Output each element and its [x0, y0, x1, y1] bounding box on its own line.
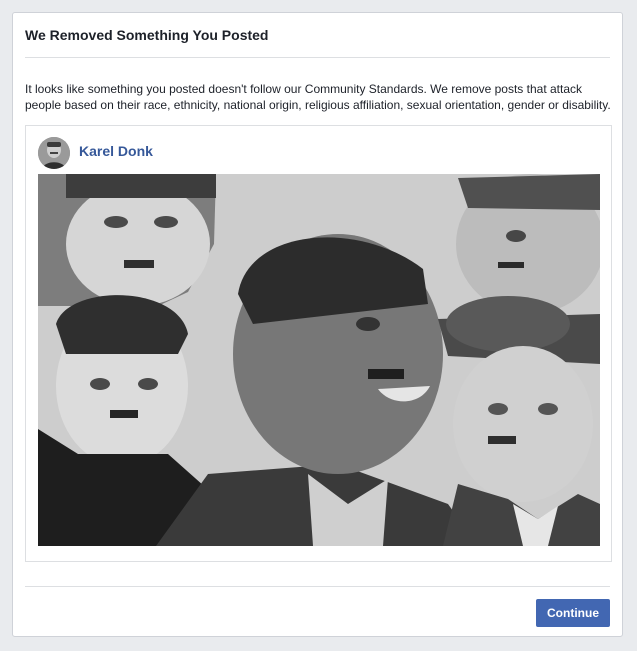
dialog-title: We Removed Something You Posted	[25, 27, 269, 43]
user-avatar-icon[interactable]	[38, 137, 70, 169]
removed-post-dialog: We Removed Something You Posted It looks…	[12, 12, 623, 637]
continue-button[interactable]: Continue	[536, 599, 610, 627]
dialog-header: We Removed Something You Posted	[25, 27, 610, 57]
post-header: Karel Donk	[38, 137, 153, 169]
photo-collage-icon	[38, 174, 600, 546]
header-divider	[25, 57, 610, 58]
post-author-name[interactable]: Karel Donk	[79, 143, 153, 159]
policy-message: It looks like something you posted doesn…	[25, 82, 611, 112]
removed-post-card: Karel Donk	[25, 125, 612, 562]
footer-divider	[25, 586, 610, 587]
